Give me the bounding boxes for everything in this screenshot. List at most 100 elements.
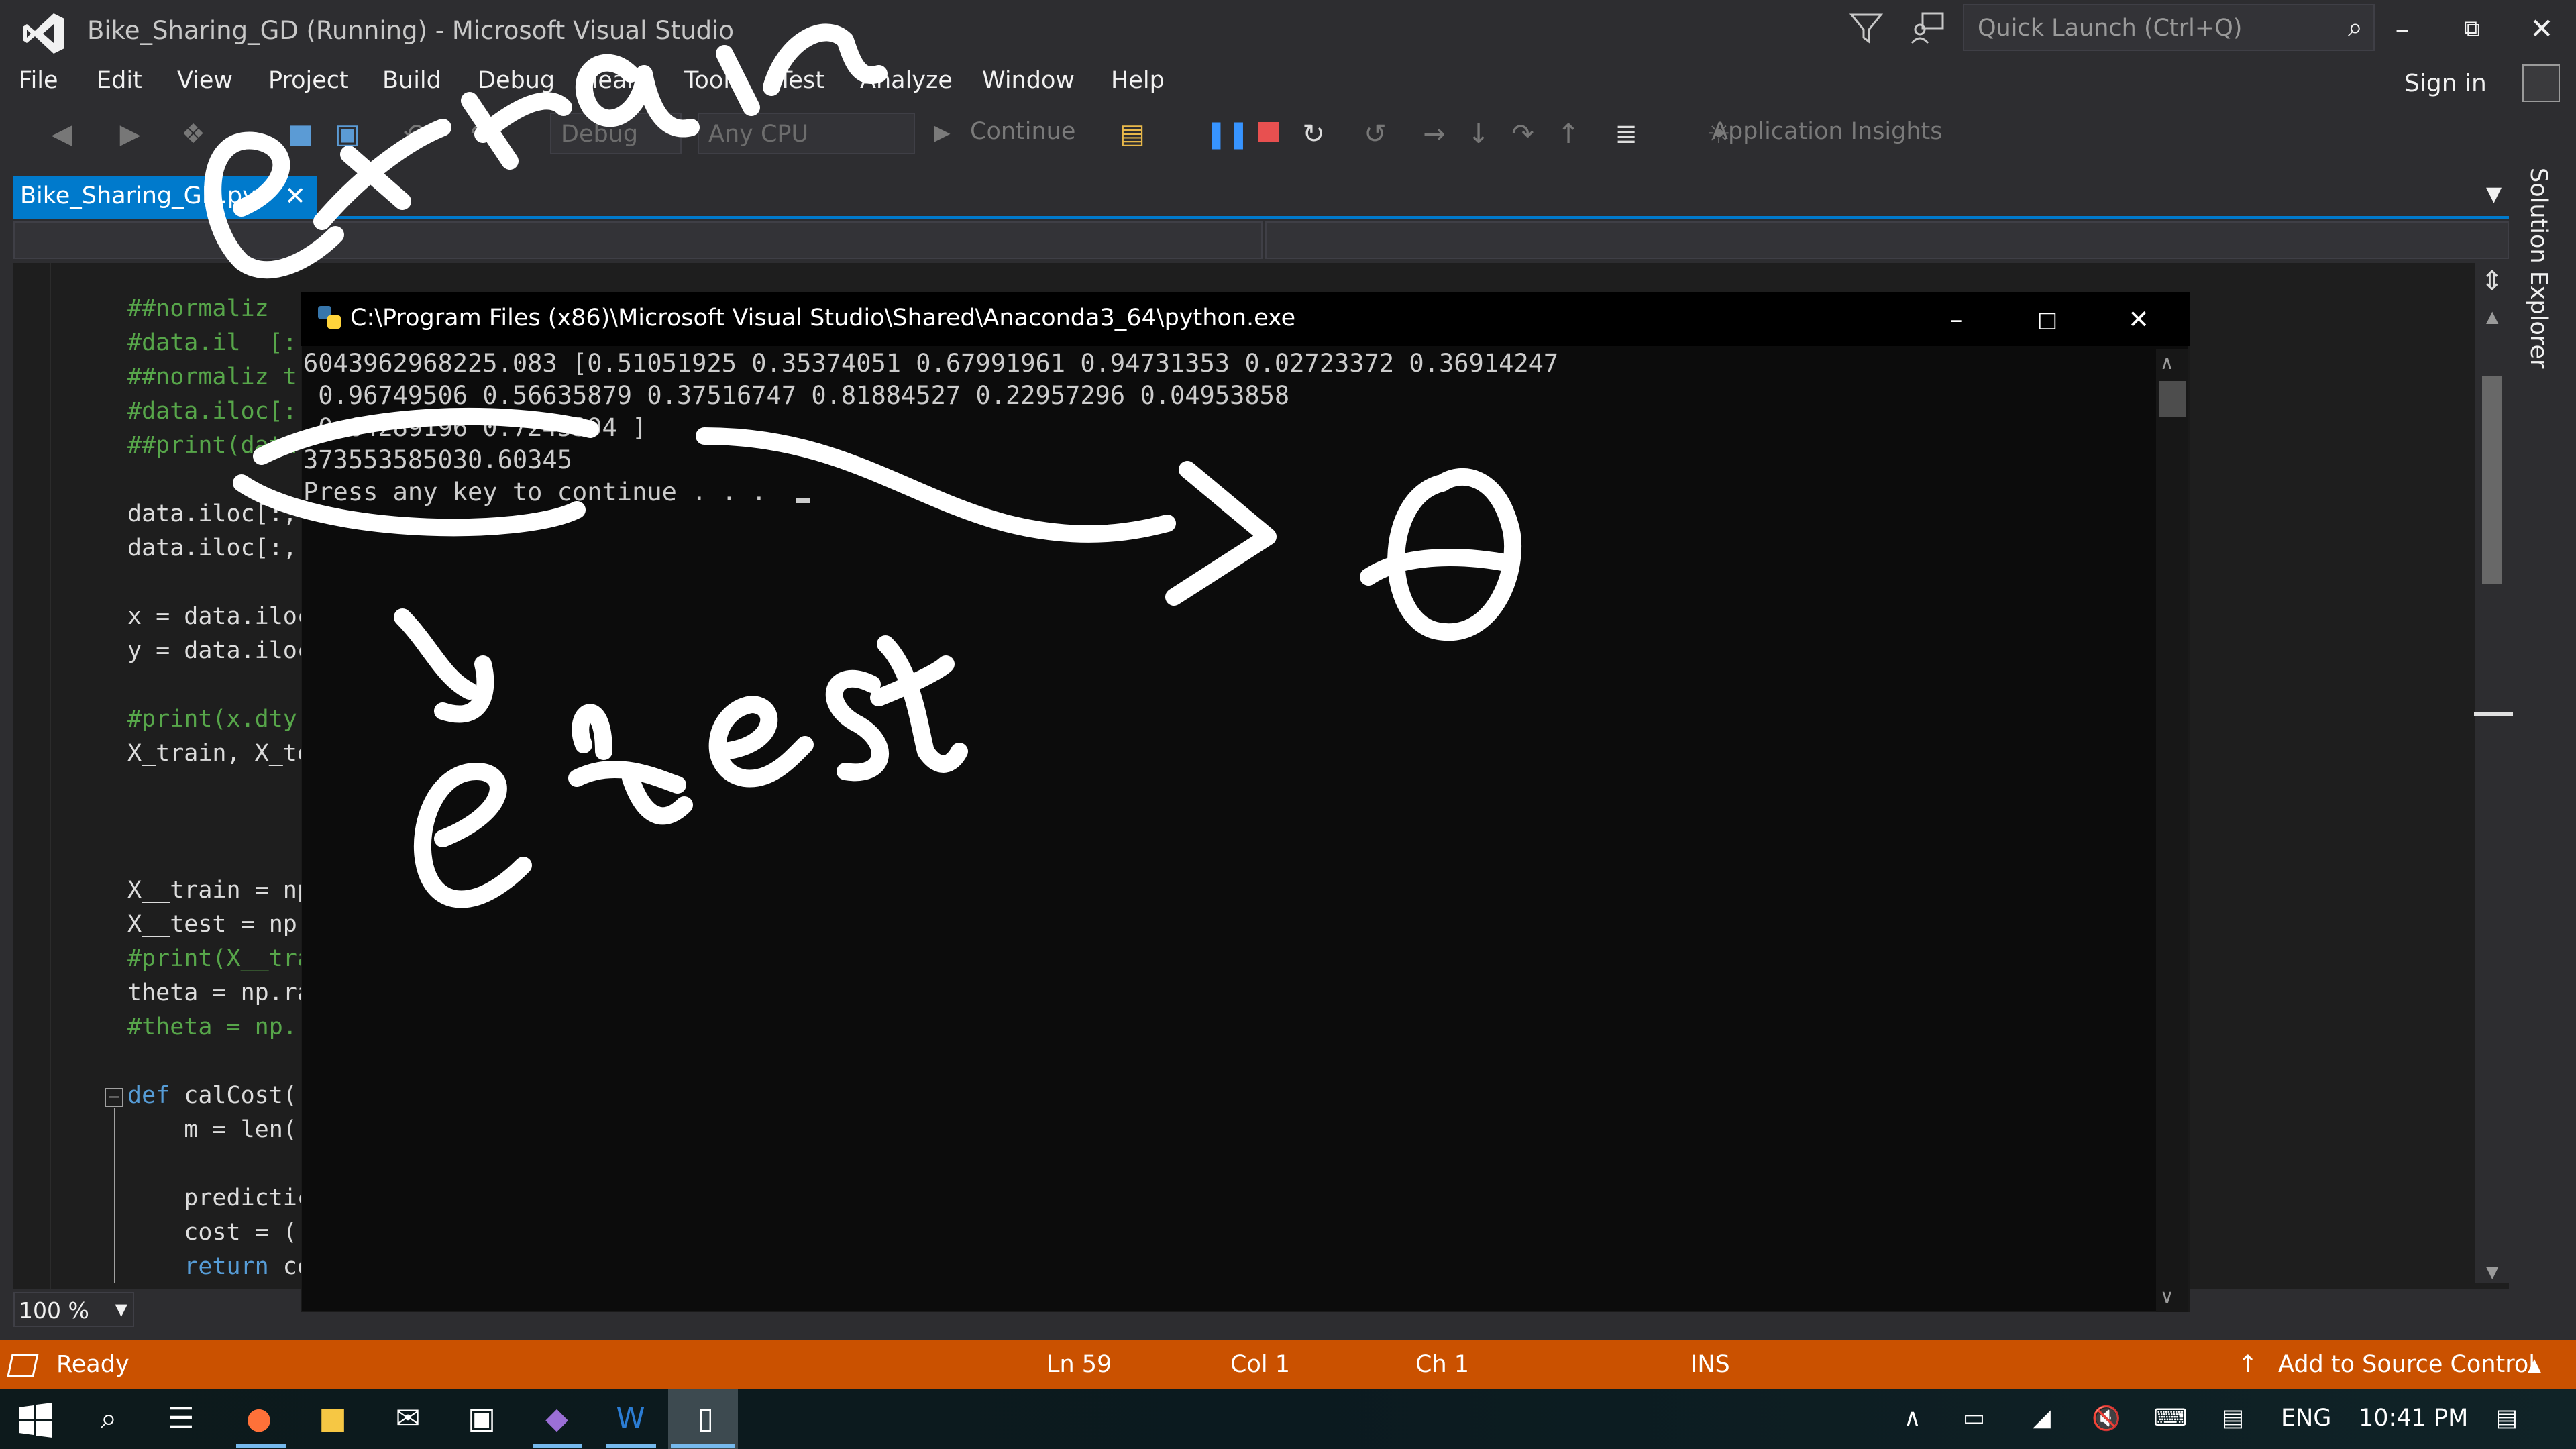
scroll-up-icon[interactable]: ∧ bbox=[2160, 352, 2174, 374]
code-line[interactable]: y = data.iloc bbox=[127, 637, 311, 664]
mail-icon[interactable]: ✉ bbox=[384, 1397, 432, 1441]
console-minimize-button[interactable]: – bbox=[1916, 298, 1996, 341]
output-window-icon[interactable] bbox=[7, 1354, 39, 1377]
code-line[interactable]: #data.il [: bbox=[127, 329, 297, 356]
undo-icon[interactable]: ↶ bbox=[396, 115, 433, 153]
hot-reload-icon[interactable]: ≣ bbox=[1607, 115, 1645, 153]
step-over-alt-icon[interactable]: ↷ bbox=[1504, 115, 1542, 153]
code-line[interactable]: return co bbox=[127, 1253, 311, 1280]
word-icon[interactable]: W bbox=[606, 1397, 655, 1441]
account-avatar-icon[interactable] bbox=[2522, 64, 2560, 102]
code-line[interactable]: predictic bbox=[127, 1185, 311, 1212]
console-close-button[interactable]: ✕ bbox=[2098, 298, 2179, 341]
restart-icon[interactable]: ↻ bbox=[1295, 115, 1332, 153]
code-line[interactable]: X__train = np bbox=[127, 877, 311, 904]
code-line[interactable]: ##print(data bbox=[127, 432, 297, 459]
save-icon[interactable]: ■ bbox=[282, 115, 319, 153]
search-icon[interactable]: ⌕ bbox=[85, 1397, 133, 1441]
sign-in-link[interactable]: Sign in bbox=[2404, 70, 2487, 97]
volume-muted-icon[interactable]: 🔇 bbox=[2092, 1405, 2121, 1432]
menu-debug[interactable]: Debug bbox=[478, 67, 555, 94]
menu-test[interactable]: Test bbox=[778, 67, 824, 94]
scroll-down-icon[interactable]: ∨ bbox=[2160, 1285, 2174, 1307]
store-icon[interactable]: ▣ bbox=[458, 1397, 506, 1441]
wifi-icon[interactable]: ◢ bbox=[2033, 1405, 2051, 1432]
code-line[interactable]: #print(X__tra bbox=[127, 945, 311, 972]
minimize-button[interactable]: – bbox=[2372, 7, 2432, 51]
chevron-down-icon[interactable]: ▼ bbox=[2486, 182, 2502, 206]
quick-launch-input[interactable]: Quick Launch (Ctrl+Q) ⌕ bbox=[1963, 4, 2375, 51]
menu-window[interactable]: Window bbox=[982, 67, 1075, 94]
action-center-icon[interactable]: ▤ bbox=[2496, 1405, 2518, 1432]
platform-select[interactable]: Any CPU bbox=[698, 113, 915, 154]
members-navigation-dropdown[interactable] bbox=[1265, 221, 2509, 259]
menu-analyze[interactable]: Analyze bbox=[860, 67, 953, 94]
menu-edit[interactable]: Edit bbox=[97, 67, 142, 94]
code-line[interactable]: #data.iloc[: bbox=[127, 398, 297, 425]
stop-icon[interactable] bbox=[1258, 122, 1279, 142]
restore-button[interactable]: ⧉ bbox=[2442, 7, 2502, 51]
search-icon[interactable]: ⌕ bbox=[2348, 12, 2363, 43]
save-all-icon[interactable]: ▣ bbox=[329, 115, 366, 153]
language-indicator[interactable]: ENG bbox=[2281, 1405, 2331, 1432]
configuration-select[interactable]: Debug bbox=[550, 113, 682, 154]
play-icon[interactable]: ▶ bbox=[934, 119, 951, 145]
new-project-icon[interactable]: ❖ bbox=[174, 115, 212, 153]
types-navigation-dropdown[interactable] bbox=[13, 221, 1263, 259]
editor-scrollbar-thumb[interactable] bbox=[2482, 376, 2502, 584]
code-line[interactable]: theta = np.ra bbox=[127, 979, 311, 1006]
code-line[interactable]: data.iloc[:, bbox=[127, 500, 297, 527]
collapse-toggle-icon[interactable]: − bbox=[105, 1088, 123, 1107]
file-explorer-icon[interactable]: ■ bbox=[309, 1397, 357, 1441]
menu-tools[interactable]: Tools bbox=[684, 67, 742, 94]
application-insights-button[interactable]: Application Insights bbox=[1712, 118, 1943, 145]
tablet-mode-icon[interactable]: ▤ bbox=[2222, 1405, 2244, 1432]
add-to-source-control-button[interactable]: Add to Source Control bbox=[2278, 1351, 2535, 1378]
menu-help[interactable]: Help bbox=[1111, 67, 1165, 94]
clock[interactable]: 10:41 PM bbox=[2359, 1405, 2468, 1432]
step-into-icon[interactable]: ↓ bbox=[1460, 115, 1497, 153]
show-hidden-icons-icon[interactable]: ∧ bbox=[1904, 1405, 1921, 1432]
windows-start-icon[interactable] bbox=[17, 1402, 54, 1438]
task-view-icon[interactable]: ☰ bbox=[157, 1397, 205, 1441]
code-line[interactable]: m = len( bbox=[127, 1116, 297, 1143]
close-icon[interactable]: ✕ bbox=[284, 181, 306, 211]
pause-icon[interactable]: ❚❚ bbox=[1205, 115, 1250, 153]
battery-icon[interactable]: ▭ bbox=[1963, 1405, 1985, 1432]
firefox-icon[interactable]: ● bbox=[235, 1397, 283, 1441]
zoom-select[interactable]: 100 % ▼ bbox=[13, 1292, 134, 1327]
show-next-statement-icon[interactable]: ↺ bbox=[1356, 115, 1394, 153]
chevron-up-icon[interactable]: ▲ bbox=[2528, 1355, 2541, 1375]
close-button[interactable]: ✕ bbox=[2512, 7, 2572, 51]
code-line[interactable]: X__test = np. bbox=[127, 911, 311, 938]
step-over-icon[interactable]: → bbox=[1415, 115, 1453, 153]
menu-view[interactable]: View bbox=[177, 67, 233, 94]
code-line[interactable]: #print(x.dty bbox=[127, 706, 297, 733]
menu-team[interactable]: Team bbox=[588, 67, 650, 94]
console-scrollbar-thumb[interactable] bbox=[2159, 381, 2186, 417]
console-scrollbar[interactable] bbox=[2156, 349, 2188, 1312]
redo-icon[interactable]: ↷ bbox=[463, 115, 500, 153]
code-line[interactable]: ##normaliz bbox=[127, 295, 269, 322]
keyboard-icon[interactable]: ⌨ bbox=[2153, 1405, 2188, 1432]
menu-project[interactable]: Project bbox=[268, 67, 349, 94]
scroll-up-icon[interactable]: ▲ bbox=[2486, 307, 2498, 326]
forward-icon[interactable]: ▶ bbox=[111, 115, 149, 153]
visual-studio-taskbar-icon[interactable]: ◆ bbox=[533, 1397, 581, 1441]
code-line[interactable]: def calCost( bbox=[127, 1082, 297, 1109]
solution-explorer-tab[interactable]: Solution Explorer bbox=[2513, 168, 2567, 463]
filter-icon[interactable] bbox=[1849, 11, 1884, 46]
menu-build[interactable]: Build bbox=[382, 67, 441, 94]
back-icon[interactable]: ◀ bbox=[43, 115, 80, 153]
code-line[interactable]: #theta = np. bbox=[127, 1014, 297, 1040]
console-window[interactable] bbox=[301, 292, 2190, 1312]
code-line[interactable]: cost = ( bbox=[127, 1219, 297, 1246]
tab-bike-sharing-gd[interactable]: Bike_Sharing_GD.py ✕ bbox=[13, 176, 317, 217]
feedback-icon[interactable] bbox=[1909, 9, 1947, 47]
scroll-down-icon[interactable]: ▼ bbox=[2486, 1263, 2498, 1281]
menu-file[interactable]: File bbox=[19, 67, 58, 94]
code-line[interactable]: X_train, X_te bbox=[127, 740, 311, 767]
split-editor-icon[interactable]: ⇕ bbox=[2481, 266, 2504, 297]
process-icon[interactable]: ▤ bbox=[1114, 115, 1151, 153]
step-out-icon[interactable]: ↑ bbox=[1550, 115, 1587, 153]
